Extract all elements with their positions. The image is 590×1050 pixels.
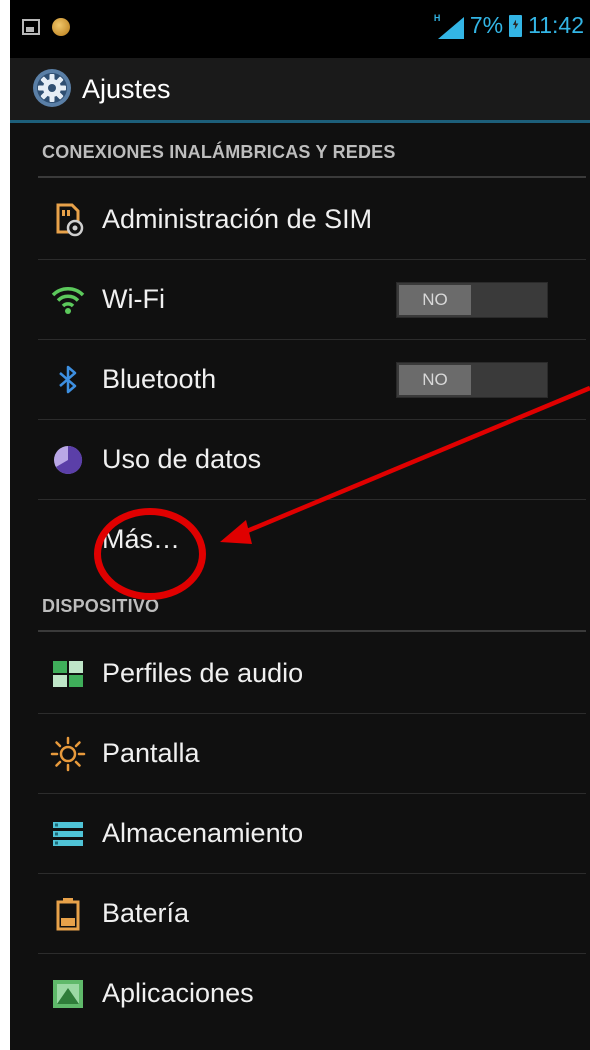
app-notification-icon: [52, 18, 70, 36]
annotation-highlight-circle: [94, 508, 206, 600]
bluetooth-toggle[interactable]: NO: [396, 362, 548, 398]
battery-charging-icon: [509, 14, 523, 37]
section-divider: [38, 630, 586, 632]
page-title: Ajustes: [82, 74, 171, 104]
settings-item-label: Bluetooth: [102, 364, 217, 394]
storage-icon: [50, 816, 86, 852]
settings-item-label: Administración de SIM: [102, 204, 373, 234]
apps-icon: [50, 976, 86, 1012]
settings-item-applications[interactable]: Aplicaciones: [38, 954, 586, 1034]
picture-notification-icon: [22, 19, 40, 35]
toggle-state: NO: [399, 365, 471, 395]
notification-icons: [22, 18, 70, 36]
settings-item-sim-management[interactable]: Administración de SIM: [38, 180, 586, 260]
audio-profiles-icon: [50, 656, 86, 692]
status-bar: H 7% 11:42: [10, 0, 590, 58]
settings-item-wifi[interactable]: Wi-Fi NO: [38, 260, 586, 340]
bluetooth-icon: [50, 362, 86, 398]
signal-strength-icon: H: [434, 13, 464, 39]
settings-item-label: Aplicaciones: [102, 978, 254, 1008]
wifi-icon: [50, 282, 86, 318]
wifi-toggle[interactable]: NO: [396, 282, 548, 318]
battery-percent: 7%: [469, 12, 504, 38]
settings-item-storage[interactable]: Almacenamiento: [38, 794, 586, 874]
settings-item-audio-profiles[interactable]: Perfiles de audio: [38, 634, 586, 714]
settings-item-bluetooth[interactable]: Bluetooth NO: [38, 340, 586, 420]
settings-item-data-usage[interactable]: Uso de datos: [38, 420, 586, 500]
settings-item-battery[interactable]: Batería: [38, 874, 586, 954]
settings-item-label: Batería: [102, 898, 190, 928]
section-header-wireless: CONEXIONES INALÁMBRICAS Y REDES: [42, 142, 396, 162]
settings-item-label: Perfiles de audio: [102, 658, 304, 688]
action-bar: Ajustes: [10, 58, 590, 123]
settings-item-label: Wi-Fi: [102, 284, 165, 314]
clock: 11:42: [528, 12, 584, 38]
settings-item-label: Almacenamiento: [102, 818, 304, 848]
settings-item-label: Pantalla: [102, 738, 200, 768]
toggle-state: NO: [399, 285, 471, 315]
settings-gear-icon[interactable]: [30, 66, 74, 110]
settings-screen: H 7% 11:42 Ajustes CONEXIONES INALÁMBRIC…: [10, 0, 590, 1050]
display-brightness-icon: [50, 736, 86, 772]
status-indicators: H 7% 11:42: [434, 12, 584, 39]
battery-icon: [50, 896, 86, 932]
sim-management-icon: [50, 202, 86, 238]
section-divider: [38, 176, 586, 178]
settings-item-label: Uso de datos: [102, 444, 262, 474]
data-usage-icon: [50, 442, 86, 478]
settings-item-display[interactable]: Pantalla: [38, 714, 586, 794]
